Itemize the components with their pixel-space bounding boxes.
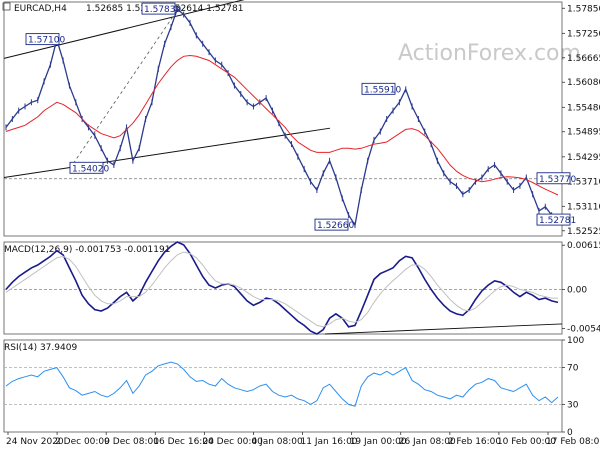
level-label-text: 1.52660 [317,221,354,231]
level-label-text: 1.55910 [364,85,401,95]
price-y-tick-label: 1.54895 [567,128,600,138]
price-y-tick-label: 1.53110 [567,202,600,212]
price-y-tick-label: 1.57850 [567,4,600,14]
channel-lower-line [3,127,331,178]
chart-stage: ActionForex.com EURCAD,H4 1.52685 1.5282… [0,0,600,450]
rsi-panel-title: RSI(14) 37.9409 [4,343,77,353]
price-y-tick-label: 1.54295 [567,153,600,163]
price-y-tick-label: 1.56665 [567,54,600,64]
x-tick-label: 2 Feb 16:00 [448,437,502,447]
rsi-line [5,361,559,407]
panel-frame-1 [3,241,563,335]
rsi-y-tick-label: 30 [567,400,579,410]
level-label-text: 1.54020 [72,164,109,174]
rsi-y-tick-label: 100 [567,336,584,346]
level-label-text: 1.57100 [28,36,65,46]
macd-trendline [324,323,563,335]
panel-frame-0 [3,1,563,237]
x-tick-label: 2 Dec 00:00 [55,437,110,447]
macd-line [5,241,559,335]
macd-y-tick-label: 0.006154 [567,241,600,251]
price-y-tick-label: 1.52525 [567,227,600,237]
price-y-tick-label: 1.55480 [567,103,600,113]
channel-midline [69,8,179,169]
macd-y-tick-label: 0.00 [567,285,587,295]
level-label-text: 1.57830 [144,5,181,15]
watermark: ActionForex.com [398,41,581,66]
price-panel-title: EURCAD,H4 [14,4,67,14]
chart-svg: ActionForex.com EURCAD,H4 1.52685 1.5282… [2,0,600,447]
level-label-text: 1.53770 [539,175,576,185]
level-label-text: 1.52781 [539,216,576,226]
price-y-tick-label: 1.56080 [567,78,600,88]
rsi-y-tick-label: 0 [567,428,573,438]
x-tick-label: 4 Jan 08:00 [251,437,303,447]
macd-panel-title: MACD(12,26,9) -0.001753 -0.001191 [4,245,170,255]
price-y-tick-label: 1.57250 [567,29,600,39]
x-tick-label: 9 Dec 08:00 [104,437,159,447]
macd-y-tick-label: -0.005434 [567,324,600,334]
x-tick-label: 17 Feb 08:00 [546,437,600,447]
rsi-y-tick-label: 70 [567,364,579,374]
panel-frame-2 [3,339,563,433]
